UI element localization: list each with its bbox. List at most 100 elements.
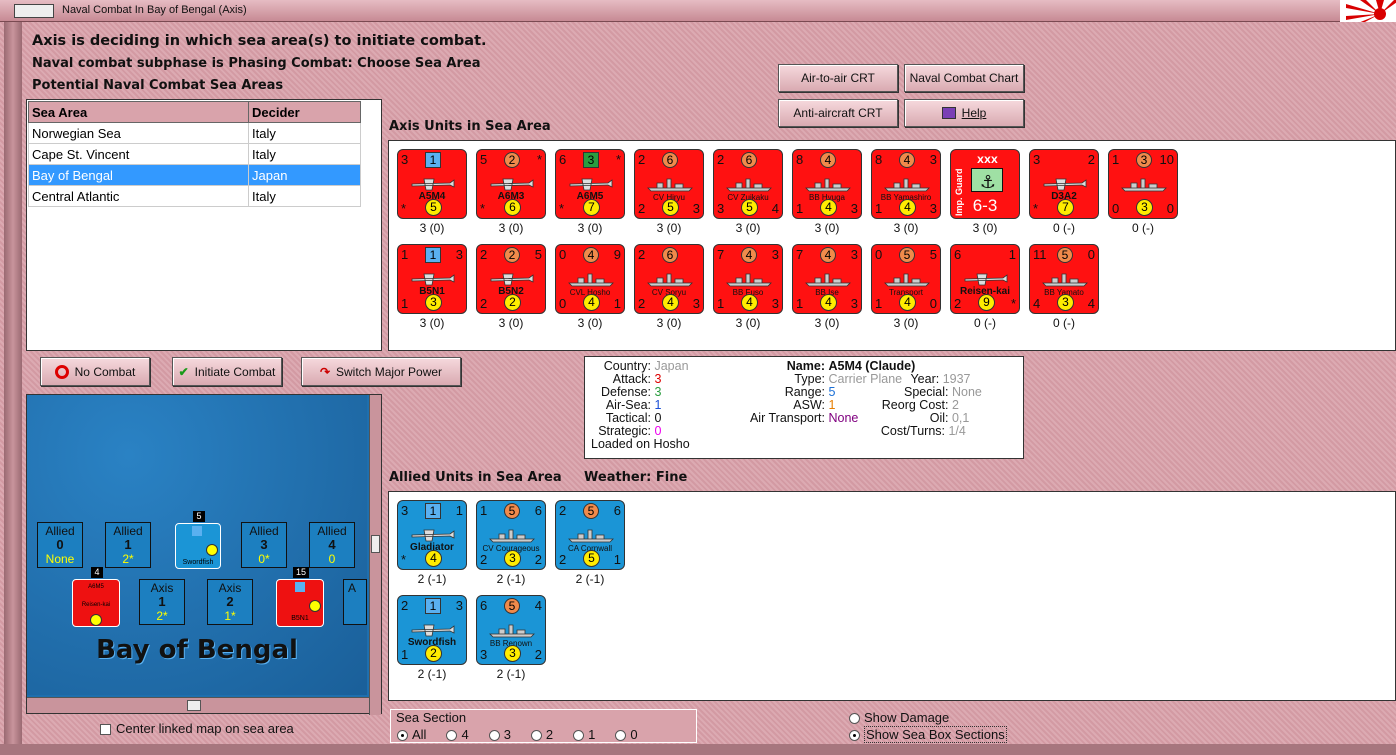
show-damage-radio[interactable]: Show Damage [849,710,949,725]
map-box-axis-partial[interactable]: A [343,579,367,625]
unit-top-left: 6 [559,152,567,167]
radio-dot[interactable] [615,730,627,742]
map-unit-b5n1[interactable]: B5N1 [276,579,324,627]
map-box-allied-3[interactable]: Allied 3 0* [241,522,287,568]
unit-bottom-left: 2 [954,296,962,311]
naval-combat-chart-button[interactable]: Naval Combat Chart [904,64,1024,92]
unit-top-left: 1 [1112,152,1120,167]
unit-top-right: 3 [455,247,463,262]
naval-unit-counter[interactable]: 8 1 3 4 BB Hyuga 4 [792,149,862,219]
table-row[interactable]: Cape St. Vincent Italy [28,143,361,165]
naval-unit-counter[interactable]: 0 9 0 1 4 CVL Hosho 4 [555,244,625,314]
naval-unit-counter[interactable]: 11 0 4 4 5 BB Yamato 3 [1029,244,1099,314]
radio-dot[interactable] [397,730,408,742]
box-num: 1 [124,537,132,552]
map-vscroll-thumb[interactable] [371,535,380,553]
anti-aircraft-crt-button[interactable]: Anti-aircraft CRT [778,99,898,127]
map-box-axis-2[interactable]: Axis 2 1* [207,579,253,625]
book-icon [941,107,956,119]
naval-unit-counter[interactable]: 2 3 4 6 CV Zuikaku 5 [713,149,783,219]
col-sea-area[interactable]: Sea Area [28,101,249,123]
air-unit-counter[interactable]: 1 3 1 1 B5N1 3 [397,244,467,314]
radio-2[interactable]: 2 [530,727,553,742]
map-unit-swordfish[interactable]: Swordfish [175,523,221,569]
naval-unit-counter[interactable]: 2 6 2 1 5 CA Cornwall 5 [555,500,625,570]
unit-defense: 3 [1057,294,1074,311]
ship-silhouette-icon [647,178,693,192]
air-unit-counter[interactable]: 6 1 2 * Reisen-kai 9 [950,244,1020,314]
naval-unit-counter[interactable]: 2 2 3 6 CV Hiryu 5 [634,149,704,219]
air-unit-counter[interactable]: 6 * * 3 A6M5 7 [555,149,625,219]
unit-defense: 5 [583,550,600,567]
radio-dot[interactable] [849,730,860,742]
unit-attack: 3 [583,152,599,168]
help-button[interactable]: Help [904,99,1024,127]
radio-3[interactable]: 3 [488,727,511,742]
air-unit-counter[interactable]: 3 2 * D3A2 7 [1029,149,1099,219]
col-decider[interactable]: Decider [248,101,361,123]
unit-attack: 4 [741,247,757,263]
radio-dot[interactable] [573,730,585,742]
sea-area-map[interactable]: Allied 0 None Allied 1 2* Allied 3 0* Allied 4 0… [26,394,382,715]
info-left: Country: Japan Attack: 3 Defense: 3 Air-… [591,360,731,451]
air-unit-counter[interactable]: 2 3 1 1 Swordfish 2 [397,595,467,665]
unit-status-label: 2 (-1) [417,572,447,586]
air-unit-counter[interactable]: 3 * 1 A5M4 5 [397,149,467,219]
table-row[interactable]: Central Atlantic Italy [28,185,361,207]
switch-major-power-button[interactable]: ↷ Switch Major Power [301,357,461,386]
naval-unit-counter[interactable]: 7 3 1 3 4 BB Fuso 4 [713,244,783,314]
table-row-selected[interactable]: Bay of Bengal Japan [28,164,361,186]
map-unit-label: Swordfish [182,559,214,566]
radio-label: 3 [503,727,511,742]
marine-unit-counter[interactable]: Imp. Guard XXX ⚓ 6-3 [950,149,1020,219]
radio-dot[interactable] [446,730,458,742]
ship-silhouette-icon [568,529,614,543]
naval-unit-counter[interactable]: 2 2 3 6 CV Soryu 4 [634,244,704,314]
checkbox-box[interactable] [100,724,111,736]
unit-bottom-left: 2 [638,296,646,311]
unit-defense: 4 [583,294,600,311]
unit-defense: 4 [820,199,837,216]
map-hscroll[interactable] [27,697,369,713]
info-year: 1937 [942,372,971,386]
air-unit-counter[interactable]: 5 * * 2 A6M3 6 [476,149,546,219]
air-unit-counter[interactable]: 2 5 2 2 B5N2 2 [476,244,546,314]
naval-unit-counter[interactable]: 6 4 3 2 5 BB Renown 3 [476,595,546,665]
table-row[interactable]: Norwegian Sea Italy [28,122,361,144]
naval-unit-counter[interactable]: 8 3 1 3 4 BB Yamashiro 4 [871,149,941,219]
radio-all[interactable]: All [397,727,426,742]
map-box-allied-4[interactable]: Allied 4 0 [309,522,355,568]
unit-top-right: 1 [455,503,463,518]
air-unit-counter[interactable]: 3 1 * 1 Gladiator 4 [397,500,467,570]
map-box-axis-1[interactable]: Axis 1 2* [139,579,185,625]
unit-attack: 5 [504,503,520,519]
initiate-combat-button[interactable]: ✔ Initiate Combat [172,357,282,386]
map-vscroll[interactable] [369,395,381,715]
unit-bottom-left: 1 [796,296,804,311]
box-num: 1 [158,594,166,609]
map-unit-a6m5[interactable]: A6M5 Reisen-kai [72,579,120,627]
radio-0[interactable]: 0 [615,727,638,742]
map-hscroll-thumb[interactable] [187,700,201,711]
info-reorg: 2 [951,398,959,412]
naval-unit-counter[interactable]: 1 10 0 0 3 3 [1108,149,1178,219]
center-link-checkbox[interactable]: Center linked map on sea area [100,721,294,736]
window-icon[interactable] [14,4,54,18]
radio-dot[interactable] [530,730,542,742]
air-to-air-crt-button[interactable]: Air-to-air CRT [778,64,898,92]
info-type: Carrier Plane [828,372,903,386]
radio-4[interactable]: 4 [446,727,469,742]
radio-1[interactable]: 1 [573,727,595,742]
naval-unit-counter[interactable]: 1 6 2 2 5 CV Courageous 3 [476,500,546,570]
map-box-allied-0[interactable]: Allied 0 None [37,522,83,568]
info-loaded: Loaded on Hosho [591,437,690,451]
no-combat-button[interactable]: No Combat [40,357,150,386]
show-sea-box-radio[interactable]: Show Sea Box Sections [849,726,1007,743]
naval-unit-counter[interactable]: 7 3 1 3 4 BB Ise 4 [792,244,862,314]
map-box-allied-1[interactable]: Allied 1 2* [105,522,151,568]
naval-unit-counter[interactable]: 0 5 1 0 5 Transport 4 [871,244,941,314]
radio-dot[interactable] [488,730,500,742]
radio-dot[interactable] [849,713,860,725]
unit-top-left: 1 [401,247,409,262]
unit-defense: 7 [1057,199,1074,216]
